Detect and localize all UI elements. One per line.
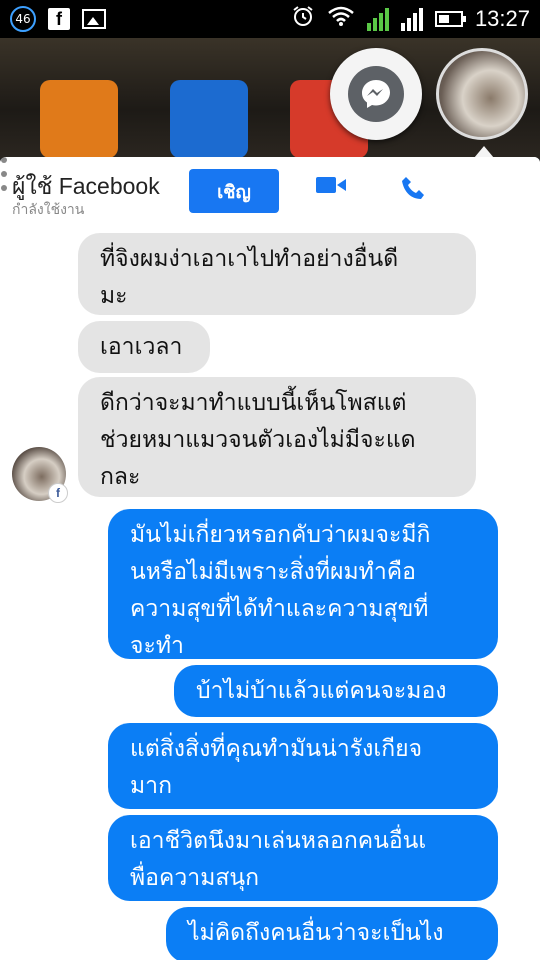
chat-header: ผู้ใช้ Facebook กำลังใช้งาน เชิญ — [0, 157, 540, 228]
incoming-message: เอาเวลา — [78, 321, 210, 373]
phone-call-icon[interactable] — [400, 175, 428, 203]
chat-window: ผู้ใช้ Facebook กำลังใช้งาน เชิญ ที่จิงผ… — [0, 157, 540, 960]
outgoing-message: ไม่คิดถึงคนอื่นว่าจะเป็นไง — [166, 907, 498, 960]
outgoing-message: เอาชีวิตนึงมาเล่นหลอกคนอื่นเ พื่อความสนุ… — [108, 815, 498, 901]
incoming-message: ดีกว่าจะมาทำแบบนี้เห็นโพสแต่ ช่วยหมาแมวจ… — [78, 377, 476, 497]
outgoing-message: มันไม่เกี่ยวหรอกคับว่าผมจะมีกิ นหรือไม่ม… — [108, 509, 498, 659]
clock: 13:27 — [474, 5, 530, 31]
battery-icon — [434, 10, 466, 27]
battery-app-icon — [170, 80, 248, 158]
flashlight-app-icon — [40, 80, 118, 158]
alarm-icon — [291, 4, 315, 33]
outgoing-message: บ้าไม่บ้าแล้วแต่คนจะมอง — [174, 665, 498, 717]
invite-button[interactable]: เชิญ — [189, 169, 279, 213]
notification-count-badge: 46 — [10, 6, 36, 32]
status-bar: 46 f 13:27 — [0, 0, 540, 38]
contact-status: กำลังใช้งาน — [12, 202, 85, 218]
signal-sim2-icon — [400, 7, 423, 31]
outgoing-message: แต่สิ่งสิ่งที่คุณทำมันน่ารังเกียจ มาก — [108, 723, 498, 809]
more-options-icon[interactable] — [0, 157, 8, 191]
incoming-message: ที่จิงผมง่าเอาเาไปทำอย่างอื่นดี มะ — [78, 233, 476, 315]
messenger-chat-head[interactable] — [330, 48, 422, 140]
facebook-notification-icon: f — [48, 8, 70, 30]
video-call-icon[interactable] — [316, 175, 346, 195]
facebook-badge-icon: f — [48, 483, 68, 503]
messenger-icon — [348, 66, 404, 122]
gallery-notification-icon — [82, 9, 106, 29]
wifi-icon — [327, 5, 355, 32]
message-list[interactable]: ที่จิงผมง่าเอาเาไปทำอย่างอื่นดี มะ เอาเว… — [0, 227, 540, 960]
contact-chat-head[interactable] — [436, 48, 528, 140]
signal-sim1-icon — [366, 7, 389, 31]
